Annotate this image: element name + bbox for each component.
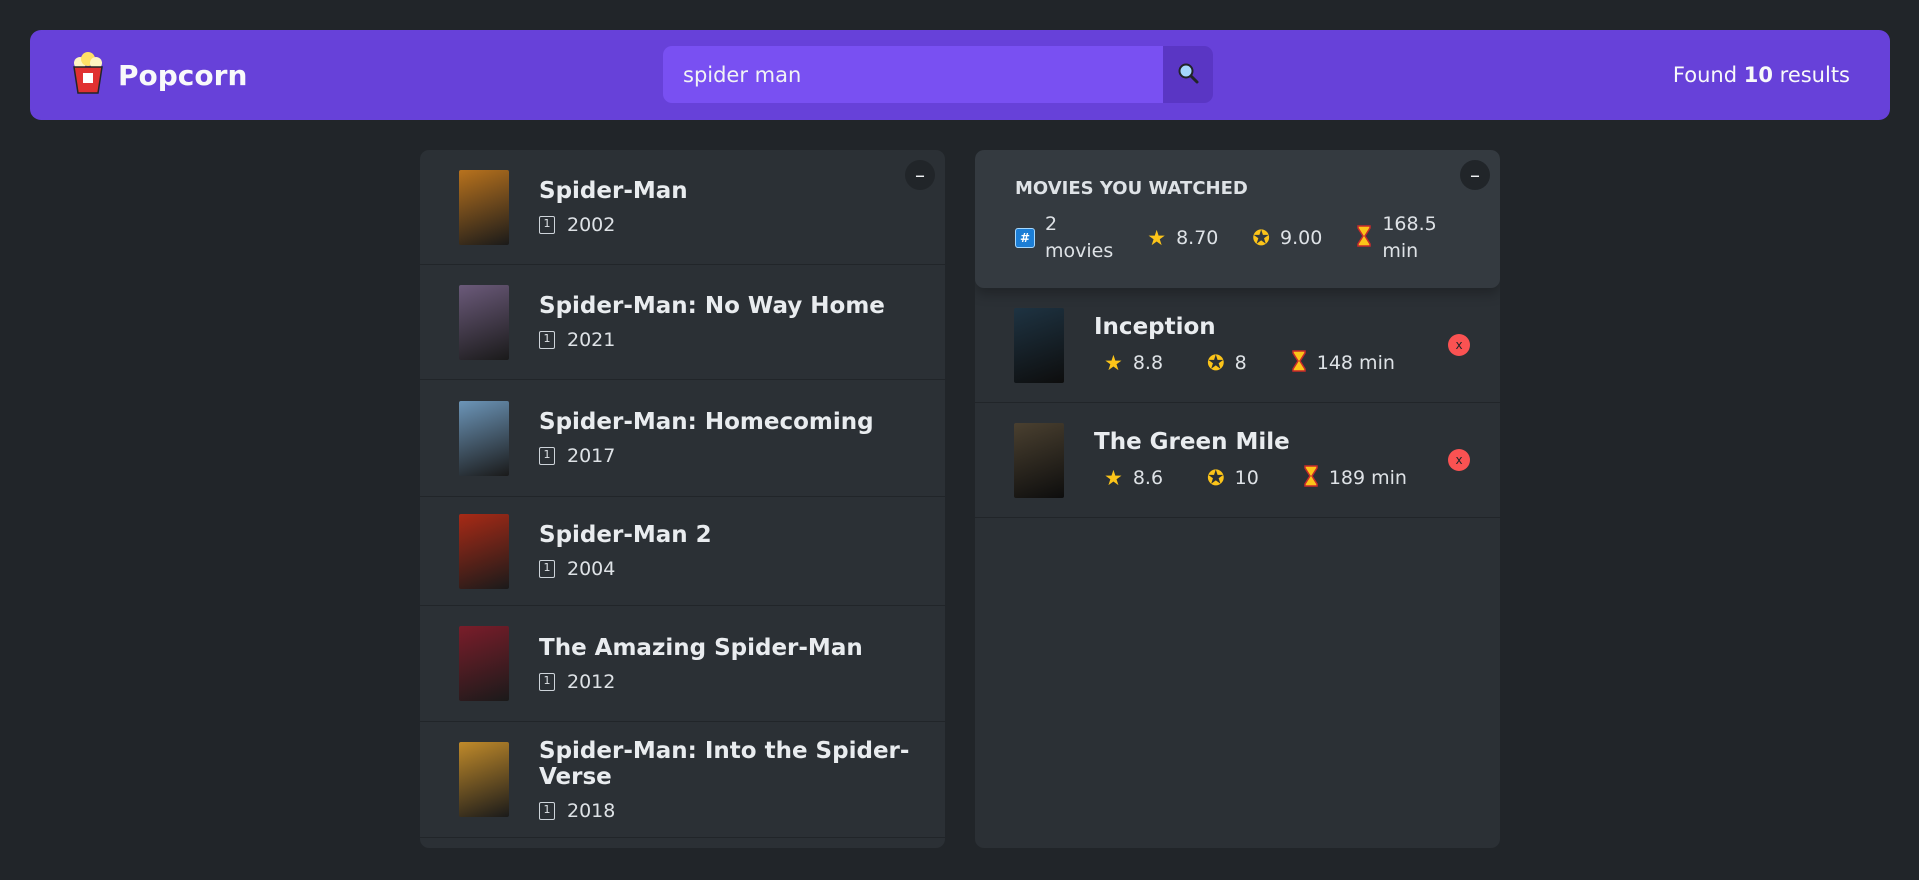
movie-item[interactable]: Spider-Man: No Way Home 1 2021 xyxy=(420,265,945,380)
user-rating: 8 xyxy=(1234,352,1247,374)
watched-item: Inception ★ 8.8 ✪ 8 148 min x xyxy=(975,288,1500,403)
user-rating: 10 xyxy=(1234,467,1259,489)
movie-title: The Amazing Spider-Man xyxy=(539,634,863,661)
search-results-box: – Spider-Man 1 2002 Spider-Man: No Way Home… xyxy=(420,150,945,848)
movie-title: Spider-Man xyxy=(539,178,688,204)
popcorn-icon xyxy=(70,51,106,99)
movie-title: The Green Mile xyxy=(1094,428,1290,455)
movie-item[interactable]: Spider-Man: Homecoming 1 2017 xyxy=(420,380,945,497)
app-name: Popcorn xyxy=(118,58,248,92)
calendar-icon: 1 xyxy=(539,216,555,234)
search-bar xyxy=(663,46,1213,103)
movie-title: Inception xyxy=(1094,313,1216,340)
imdb-rating: 8.8 xyxy=(1132,352,1164,374)
magnifier-icon xyxy=(1176,61,1200,89)
calendar-icon: 1 xyxy=(539,801,555,820)
collapse-button[interactable]: – xyxy=(1460,160,1490,190)
movie-poster xyxy=(459,169,509,245)
movie-item[interactable]: The Amazing Spider-Man 1 2012 xyxy=(420,606,945,722)
movie-poster xyxy=(1014,307,1064,383)
star-icon: ★ xyxy=(1104,351,1123,375)
movie-poster xyxy=(459,742,509,817)
glowing-star-icon: ✪ xyxy=(1207,466,1225,490)
delete-button[interactable]: x xyxy=(1448,334,1470,356)
navbar: Popcorn Found 10 results xyxy=(30,30,1890,120)
watched-box: – MOVIES YOU WATCHED # 2 movies ★ 8.70 ✪ … xyxy=(975,150,1500,848)
watched-list: Inception ★ 8.8 ✪ 8 148 min x The Green Mile ★ 8.… xyxy=(975,288,1500,518)
movie-poster xyxy=(459,284,509,360)
count-label: movies xyxy=(1045,240,1114,262)
movie-title: Spider-Man 2 xyxy=(539,522,712,548)
glowing-star-icon: ✪ xyxy=(1207,351,1225,375)
summary-heading: MOVIES YOU WATCHED xyxy=(1015,178,1248,199)
movie-poster xyxy=(459,400,509,476)
hourglass-icon xyxy=(1291,349,1307,377)
movie-list: Spider-Man 1 2002 Spider-Man: No Way Home 1 2… xyxy=(420,150,945,838)
calendar-icon: 1 xyxy=(539,672,555,691)
count-number: 2 xyxy=(1045,213,1058,235)
collapse-button[interactable]: – xyxy=(905,160,935,190)
movie-year: 2021 xyxy=(567,329,616,351)
movie-poster xyxy=(459,513,509,589)
results-suffix: results xyxy=(1779,63,1850,87)
runtime-unit: min xyxy=(1382,240,1419,262)
movie-item[interactable]: Spider-Man 1 2002 xyxy=(420,150,945,265)
imdb-rating: 8.6 xyxy=(1132,467,1164,489)
star-icon: ★ xyxy=(1104,466,1123,490)
movie-year: 2012 xyxy=(567,670,616,693)
star-icon: ★ xyxy=(1147,226,1167,250)
search-input[interactable] xyxy=(663,46,1163,103)
movie-title: Spider-Man: No Way Home xyxy=(539,293,885,319)
movie-title: Spider-Man: Homecoming xyxy=(539,409,874,435)
avg-imdb: 8.70 xyxy=(1176,226,1219,249)
search-button[interactable] xyxy=(1163,46,1213,103)
runtime: 148 min xyxy=(1316,352,1395,374)
calendar-icon: 1 xyxy=(539,447,555,465)
runtime-number: 168.5 xyxy=(1382,213,1437,235)
watched-summary: MOVIES YOU WATCHED # 2 movies ★ 8.70 ✪ 9.… xyxy=(975,150,1500,288)
delete-button[interactable]: x xyxy=(1448,449,1470,471)
hourglass-icon xyxy=(1356,224,1372,252)
stat-user: ✪ 9.00 xyxy=(1252,225,1322,252)
movie-year: 2002 xyxy=(567,214,616,236)
avg-user: 9.00 xyxy=(1280,226,1323,249)
movie-year: 2004 xyxy=(567,558,616,580)
glowing-star-icon: ✪ xyxy=(1252,226,1270,250)
results-prefix: Found xyxy=(1672,63,1738,87)
hash-icon: # xyxy=(1015,228,1035,248)
stat-runtime: 168.5 min xyxy=(1356,211,1437,265)
runtime: 189 min xyxy=(1328,467,1407,489)
summary-stats: # 2 movies ★ 8.70 ✪ 9.00 168.5 min xyxy=(1015,211,1460,265)
calendar-icon: 1 xyxy=(539,331,555,349)
watched-item: The Green Mile ★ 8.6 ✪ 10 189 min x xyxy=(975,403,1500,518)
movie-item[interactable]: Spider-Man: Into the Spider-Verse 1 2018 xyxy=(420,722,945,838)
stat-count: # 2 movies xyxy=(1015,211,1113,265)
movie-item[interactable]: Spider-Man 2 1 2004 xyxy=(420,497,945,606)
movie-title: Spider-Man: Into the Spider-Verse xyxy=(539,737,910,790)
movie-year: 2017 xyxy=(567,445,616,467)
calendar-icon: 1 xyxy=(539,560,555,578)
movie-poster xyxy=(1014,422,1064,498)
logo: Popcorn xyxy=(70,51,247,99)
movie-year: 2018 xyxy=(567,799,616,822)
results-count: Found 10 results xyxy=(1673,63,1850,87)
stat-imdb: ★ 8.70 xyxy=(1147,225,1218,252)
hourglass-icon xyxy=(1303,464,1319,492)
results-number: 10 xyxy=(1743,63,1773,87)
movie-poster xyxy=(459,626,509,701)
